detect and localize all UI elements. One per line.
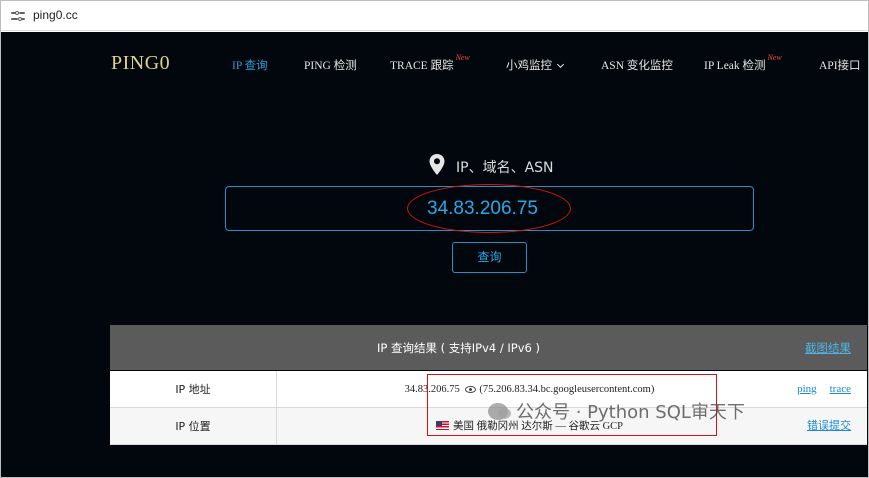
location-pin-icon (429, 154, 445, 175)
nav-api[interactable]: API接口 (819, 57, 861, 73)
report-error-link[interactable]: 错误提交 (807, 420, 851, 432)
ip-value: 34.83.206.75 (404, 384, 460, 395)
results-header: IP 查询结果 ( 支持IPv4 / IPv6 ) 截图结果 (110, 325, 867, 370)
nav-ip-leak[interactable]: IP Leak 检测New (704, 53, 782, 73)
new-badge: New (455, 53, 470, 63)
chevron-down-icon (556, 60, 565, 69)
screenshot-results-link[interactable]: 截图结果 (805, 340, 851, 356)
nav-asn-monitor[interactable]: ASN 变化监控 (601, 57, 673, 73)
browser-address-bar[interactable]: ping0.cc (1, 1, 868, 31)
new-badge: New (767, 53, 782, 63)
site-logo[interactable]: PING0 (111, 52, 170, 75)
query-button[interactable]: 查询 (452, 242, 527, 273)
row-label: IP 位置 (110, 408, 277, 444)
watermark-text: 公众号 · Python SQL审天下 (516, 402, 745, 423)
wechat-icon (488, 403, 511, 420)
ping-link[interactable]: ping (797, 383, 817, 395)
search-label: IP、域名、ASN (456, 160, 554, 176)
us-flag-icon (435, 421, 449, 430)
search-input[interactable]: 34.83.206.75 (225, 186, 754, 231)
results-title: IP 查询结果 ( 支持IPv4 / IPv6 ) (376, 341, 540, 355)
url-text[interactable]: ping0.cc (33, 8, 78, 22)
nav-ping-check[interactable]: PING 检测 (304, 57, 357, 73)
watermark: 公众号 · Python SQL审天下 (488, 398, 745, 424)
site-settings-icon[interactable] (11, 10, 25, 22)
nav-monitor-dropdown[interactable]: 小鸡监控 (506, 57, 565, 73)
nav-ip-query[interactable]: IP 查询 (232, 57, 268, 73)
trace-link[interactable]: trace (830, 383, 851, 395)
row-actions: ping trace (784, 371, 851, 408)
row-label: IP 地址 (110, 371, 277, 407)
reverse-dns-host: (75.206.83.34.bc.googleusercontent.com) (479, 384, 655, 395)
nav-trace[interactable]: TRACE 跟踪New (390, 53, 470, 73)
row-actions: 错误提交 (794, 408, 851, 445)
eye-icon[interactable] (465, 386, 477, 393)
